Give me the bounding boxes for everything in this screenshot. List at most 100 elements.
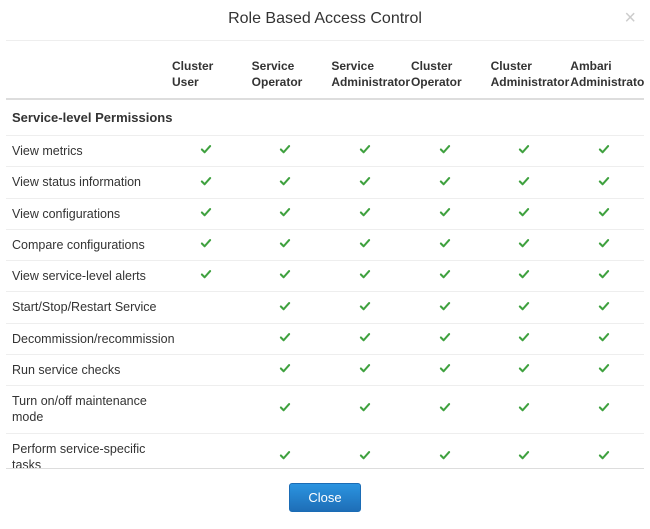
grant-cell: [246, 229, 326, 260]
grant-cell: [485, 323, 565, 354]
grant-cell: [564, 261, 644, 292]
check-icon: [358, 238, 372, 249]
check-icon: [278, 238, 292, 249]
check-icon: [438, 332, 452, 343]
close-icon[interactable]: ×: [624, 8, 636, 28]
check-icon: [517, 207, 531, 218]
check-icon: [278, 269, 292, 280]
permission-name: View configurations: [6, 198, 166, 229]
section-header: Service-level Permissions: [6, 99, 644, 136]
grant-cell: [325, 323, 405, 354]
grant-cell: [405, 198, 485, 229]
grant-cell: [246, 323, 326, 354]
permissions-table-scroll[interactable]: Cluster User Service Operator Service Ad…: [6, 51, 644, 469]
table-row: Start/Stop/Restart Service: [6, 292, 644, 323]
table-row: Run service checks: [6, 354, 644, 385]
grant-cell: [485, 433, 565, 469]
column-header: Ambari Administrator: [564, 51, 644, 99]
grant-cell: [564, 433, 644, 469]
check-icon: [199, 176, 213, 187]
check-icon: [517, 301, 531, 312]
permission-name: Start/Stop/Restart Service: [6, 292, 166, 323]
grant-cell: [246, 198, 326, 229]
grant-cell: [166, 261, 246, 292]
permission-name: Perform service-specific tasks: [6, 433, 166, 469]
check-icon: [358, 144, 372, 155]
check-icon: [438, 238, 452, 249]
column-header: Service Administrator: [325, 51, 405, 99]
grant-cell: [405, 354, 485, 385]
check-icon: [517, 363, 531, 374]
check-icon: [278, 332, 292, 343]
grant-cell: [166, 229, 246, 260]
check-icon: [278, 144, 292, 155]
grant-cell: [485, 292, 565, 323]
check-icon: [278, 450, 292, 461]
check-icon: [517, 176, 531, 187]
check-icon: [278, 301, 292, 312]
grant-cell: [246, 386, 326, 434]
check-icon: [517, 238, 531, 249]
table-row: Turn on/off maintenance mode: [6, 386, 644, 434]
close-button[interactable]: Close: [289, 483, 360, 512]
check-icon: [199, 269, 213, 280]
table-row: Perform service-specific tasks: [6, 433, 644, 469]
grant-cell: [325, 167, 405, 198]
check-icon: [597, 176, 611, 187]
grant-cell: [325, 292, 405, 323]
grant-cell: [166, 433, 246, 469]
divider: [6, 40, 644, 41]
check-icon: [358, 301, 372, 312]
grant-cell: [246, 354, 326, 385]
grant-cell: [564, 167, 644, 198]
check-icon: [438, 176, 452, 187]
grant-cell: [246, 433, 326, 469]
check-icon: [438, 450, 452, 461]
check-icon: [597, 363, 611, 374]
table-row: Decommission/recommission: [6, 323, 644, 354]
grant-cell: [485, 261, 565, 292]
grant-cell: [405, 292, 485, 323]
grant-cell: [405, 323, 485, 354]
permission-name: View service-level alerts: [6, 261, 166, 292]
column-header: Cluster Operator: [405, 51, 485, 99]
grant-cell: [166, 354, 246, 385]
modal-title: Role Based Access Control: [15, 10, 635, 28]
permission-name: Compare configurations: [6, 229, 166, 260]
grant-cell: [166, 323, 246, 354]
permission-name: Run service checks: [6, 354, 166, 385]
check-icon: [358, 176, 372, 187]
check-icon: [438, 301, 452, 312]
grant-cell: [166, 198, 246, 229]
check-icon: [358, 207, 372, 218]
table-row: View status information: [6, 167, 644, 198]
table-row: View service-level alerts: [6, 261, 644, 292]
grant-cell: [166, 292, 246, 323]
grant-cell: [166, 386, 246, 434]
check-icon: [517, 332, 531, 343]
permission-name: View status information: [6, 167, 166, 198]
grant-cell: [405, 229, 485, 260]
check-icon: [278, 207, 292, 218]
grant-cell: [405, 386, 485, 434]
grant-cell: [564, 198, 644, 229]
check-icon: [597, 402, 611, 413]
check-icon: [199, 238, 213, 249]
table-row: View metrics: [6, 136, 644, 167]
check-icon: [597, 238, 611, 249]
check-icon: [199, 144, 213, 155]
grant-cell: [325, 354, 405, 385]
grant-cell: [166, 136, 246, 167]
grant-cell: [485, 198, 565, 229]
grant-cell: [485, 167, 565, 198]
permission-name: Decommission/recommission: [6, 323, 166, 354]
grant-cell: [564, 354, 644, 385]
grant-cell: [405, 433, 485, 469]
check-icon: [597, 332, 611, 343]
grant-cell: [246, 292, 326, 323]
check-icon: [438, 269, 452, 280]
check-icon: [438, 144, 452, 155]
grant-cell: [405, 167, 485, 198]
column-header: Cluster Administrator: [485, 51, 565, 99]
grant-cell: [246, 261, 326, 292]
